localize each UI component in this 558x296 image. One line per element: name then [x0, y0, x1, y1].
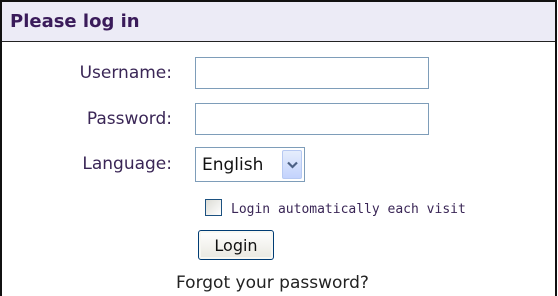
language-dropdown-button[interactable]: [282, 150, 302, 179]
forgot-password-link[interactable]: Forgot your password?: [176, 273, 369, 293]
username-input[interactable]: [195, 57, 429, 89]
auto-login-checkbox[interactable]: [205, 199, 222, 216]
password-input[interactable]: [195, 103, 429, 135]
username-label: Username:: [79, 63, 172, 83]
password-label: Password:: [86, 109, 172, 129]
panel-header: Please log in: [2, 2, 555, 42]
language-select[interactable]: English: [195, 147, 305, 182]
chevron-down-icon: [287, 161, 298, 169]
panel-title: Please log in: [10, 11, 140, 32]
language-selected-value: English: [202, 155, 264, 175]
auto-login-label[interactable]: Login automatically each visit: [231, 202, 466, 217]
login-button[interactable]: Login: [198, 230, 274, 260]
language-label: Language:: [82, 154, 172, 174]
login-panel: Please log in Username: Password: Langua…: [0, 0, 557, 296]
